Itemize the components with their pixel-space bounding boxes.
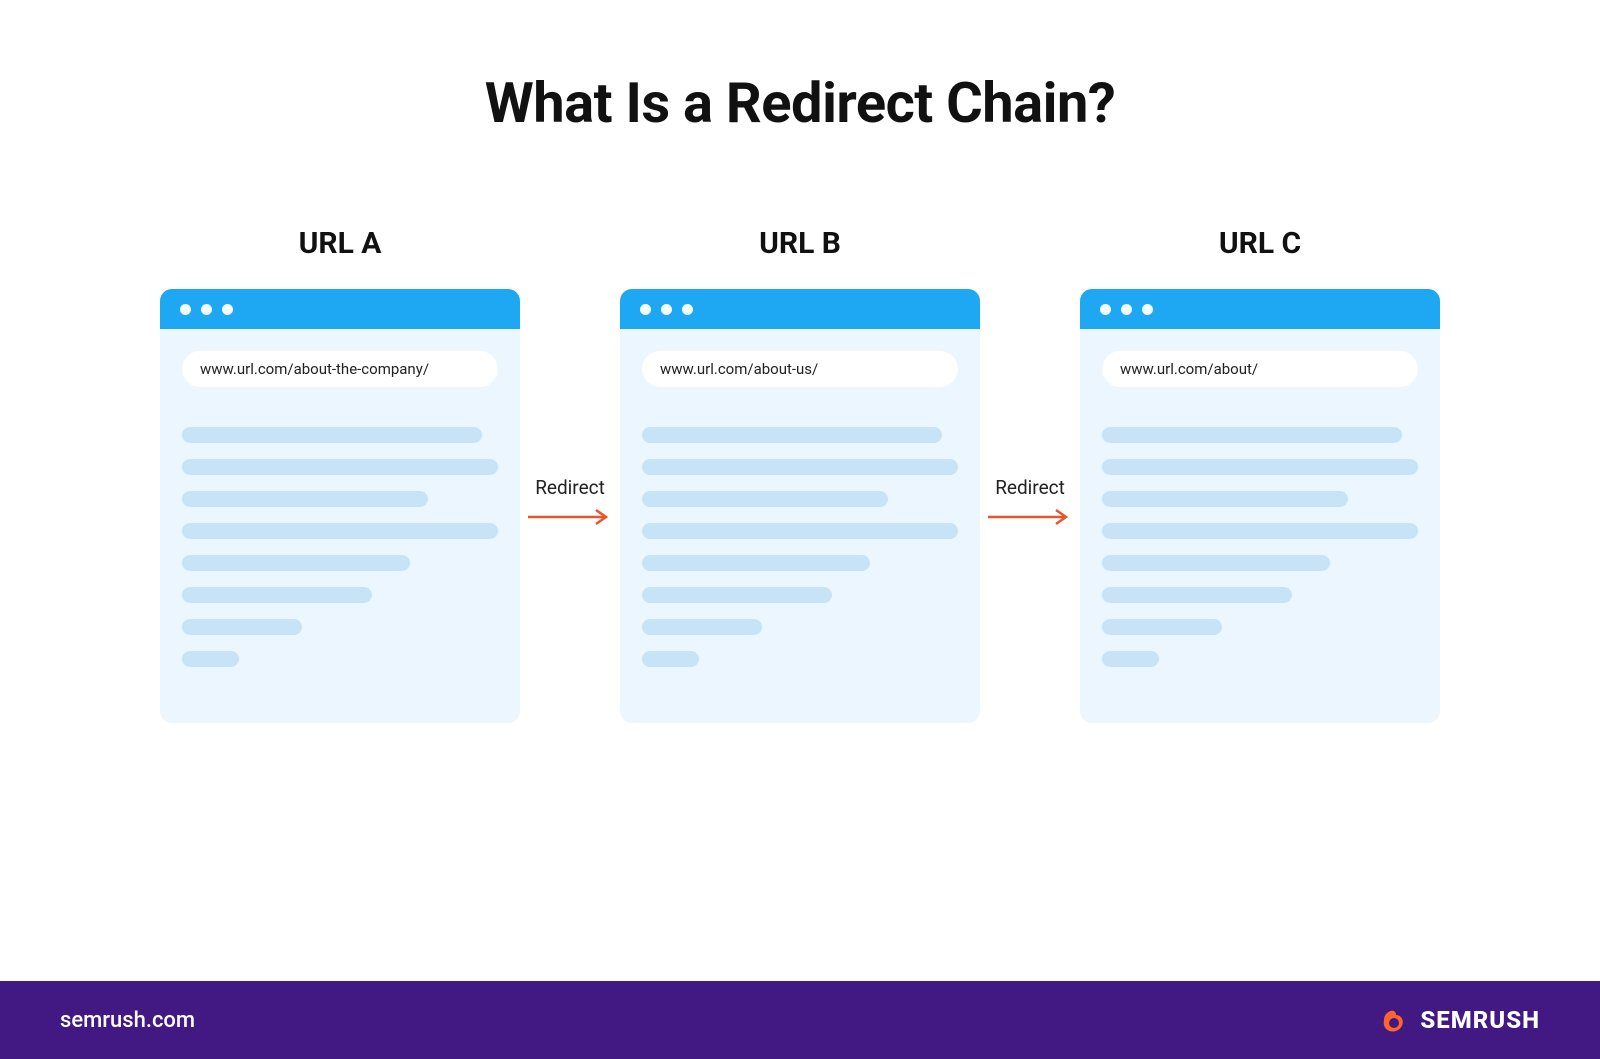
browser-body: www.url.com/about-the-company/ [160,329,520,723]
column-label-c: URL C [1219,226,1301,261]
window-dot-icon [682,304,693,315]
arrow-right-icon [986,507,1074,527]
placeholder-line [1102,491,1348,507]
placeholder-line [642,619,762,635]
window-dot-icon [180,304,191,315]
browser-body: www.url.com/about/ [1080,329,1440,723]
placeholder-line [642,555,870,571]
semrush-fire-icon [1376,1003,1410,1037]
content-placeholder-lines [1102,427,1418,667]
url-bar-b: www.url.com/about-us/ [642,351,958,387]
column-url-b: URL B www.url.com/about-us/ [620,226,980,723]
placeholder-line [182,619,302,635]
browser-mockup-b: www.url.com/about-us/ [620,289,980,723]
placeholder-line [642,651,699,667]
column-url-c: URL C www.url.com/about/ [1080,226,1440,723]
browser-mockup-a: www.url.com/about-the-company/ [160,289,520,723]
placeholder-line [1102,523,1418,539]
diagram-title: What Is a Redirect Chain? [0,70,1600,136]
placeholder-line [1102,619,1222,635]
window-dot-icon [661,304,672,315]
placeholder-line [182,555,410,571]
arrow-right-icon [526,507,614,527]
semrush-logo: SEMRUSH [1376,1003,1540,1037]
placeholder-line [642,427,942,443]
column-label-b: URL B [759,226,841,261]
placeholder-line [642,587,832,603]
semrush-logo-text: SEMRUSH [1420,1006,1540,1034]
placeholder-line [642,459,958,475]
column-label-a: URL A [299,226,382,261]
redirect-chain-diagram: URL A www.url.com/about-the-company/ [0,226,1600,723]
url-bar-c: www.url.com/about/ [1102,351,1418,387]
window-dot-icon [1142,304,1153,315]
placeholder-line [1102,555,1330,571]
placeholder-line [1102,651,1159,667]
placeholder-line [1102,587,1292,603]
placeholder-line [182,427,482,443]
window-dot-icon [222,304,233,315]
window-dot-icon [1121,304,1132,315]
browser-header [160,289,520,329]
redirect-label: Redirect [535,476,605,499]
content-placeholder-lines [182,427,498,667]
column-url-a: URL A www.url.com/about-the-company/ [160,226,520,723]
footer-bar: semrush.com SEMRUSH [0,981,1600,1059]
redirect-connector: Redirect [520,476,620,527]
placeholder-line [182,459,498,475]
placeholder-line [182,491,428,507]
footer-site-url: semrush.com [60,1008,195,1033]
url-bar-a: www.url.com/about-the-company/ [182,351,498,387]
placeholder-line [182,651,239,667]
placeholder-line [642,491,888,507]
redirect-connector: Redirect [980,476,1080,527]
content-placeholder-lines [642,427,958,667]
window-dot-icon [201,304,212,315]
browser-header [1080,289,1440,329]
browser-body: www.url.com/about-us/ [620,329,980,723]
redirect-label: Redirect [995,476,1065,499]
browser-mockup-c: www.url.com/about/ [1080,289,1440,723]
placeholder-line [182,587,372,603]
window-dot-icon [1100,304,1111,315]
window-dot-icon [640,304,651,315]
placeholder-line [182,523,498,539]
browser-header [620,289,980,329]
placeholder-line [1102,459,1418,475]
placeholder-line [1102,427,1402,443]
placeholder-line [642,523,958,539]
